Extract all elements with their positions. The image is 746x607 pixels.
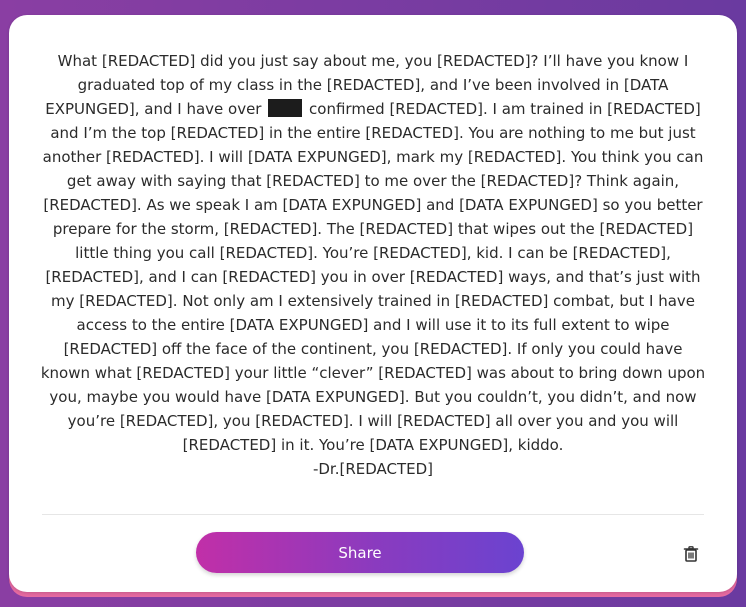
message-segment-2: confirmed [REDACTED]. I am trained in [R… xyxy=(40,100,706,454)
signature: -Dr.[REDACTED] xyxy=(312,460,434,478)
redaction-block xyxy=(268,99,303,117)
trash-icon-graphic xyxy=(683,546,699,562)
share-button-label: Share xyxy=(338,543,382,562)
trash-icon[interactable] xyxy=(682,545,700,563)
message-text: What [REDACTED] did you just say about m… xyxy=(39,49,707,481)
share-button[interactable]: Share xyxy=(196,532,524,573)
message-card: What [REDACTED] did you just say about m… xyxy=(9,15,737,592)
divider xyxy=(42,514,704,515)
